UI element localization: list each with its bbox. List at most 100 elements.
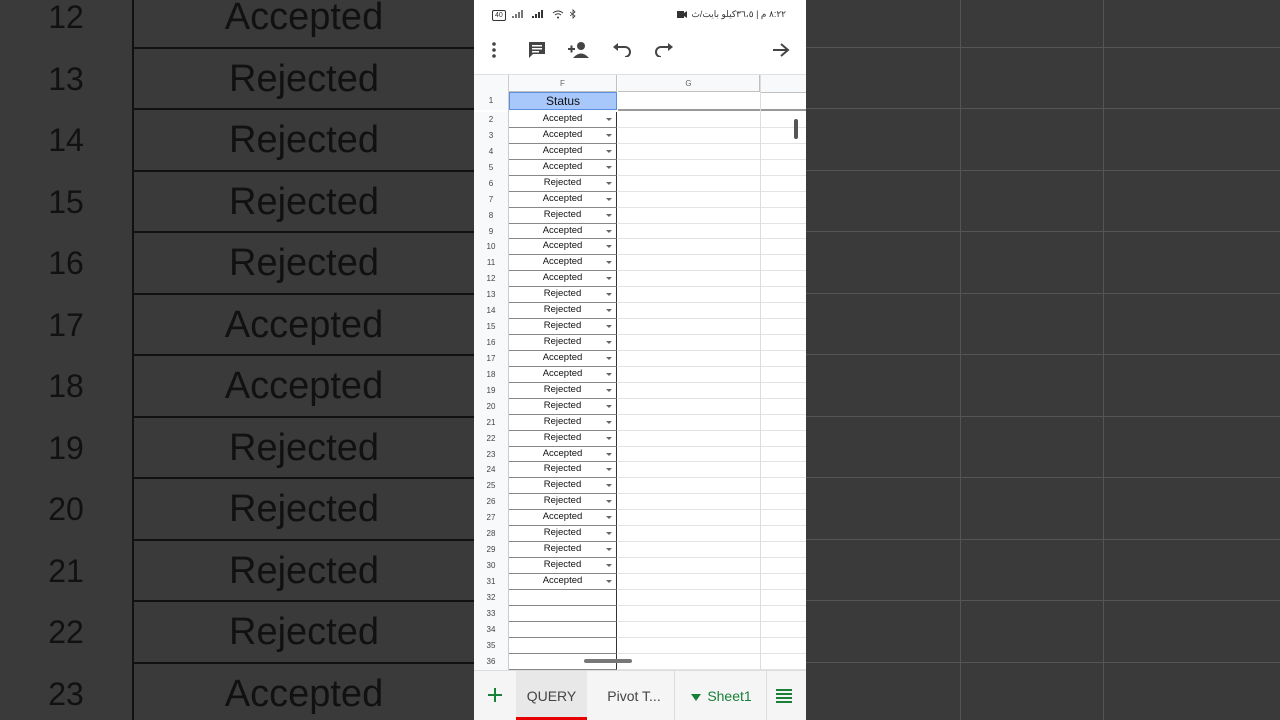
row-header[interactable]: 31 [474,573,508,590]
status-dropdown-cell[interactable]: Rejected [509,430,617,447]
cell-g1[interactable] [618,92,806,111]
dropdown-arrow-icon[interactable] [606,309,612,313]
status-dropdown-cell[interactable]: Accepted [509,510,617,527]
row-header[interactable]: 21 [474,414,508,431]
column-header-g[interactable]: G [618,75,760,92]
status-dropdown-cell[interactable]: Rejected [509,175,617,192]
row-header[interactable]: 25 [474,478,508,495]
row-header[interactable]: 1 [474,92,508,110]
status-dropdown-cell[interactable]: Rejected [509,207,617,224]
empty-cell[interactable] [618,271,806,288]
empty-cell[interactable] [618,383,806,399]
row-header[interactable]: 34 [474,621,508,638]
more-vert-icon[interactable] [482,38,506,62]
empty-cell[interactable] [618,287,806,304]
dropdown-arrow-icon[interactable] [606,548,612,552]
status-dropdown-cell[interactable]: Accepted [509,191,617,208]
row-header[interactable]: 33 [474,605,508,622]
status-dropdown-cell[interactable]: Rejected [509,526,617,543]
empty-cell[interactable] [509,589,617,606]
dropdown-arrow-icon[interactable] [606,293,612,297]
horizontal-scrollbar[interactable] [584,659,632,663]
row-header[interactable]: 24 [474,462,508,479]
empty-cell[interactable] [618,399,806,415]
row-header[interactable]: 28 [474,526,508,543]
status-dropdown-cell[interactable]: Rejected [509,287,617,304]
dropdown-arrow-icon[interactable] [606,372,612,376]
empty-cell[interactable] [618,239,806,256]
status-dropdown-cell[interactable]: Accepted [509,255,617,272]
empty-cell[interactable] [618,478,806,495]
empty-cell[interactable] [618,128,806,144]
row-header[interactable]: 12 [474,271,508,288]
status-dropdown-cell[interactable]: Rejected [509,558,617,574]
dropdown-arrow-icon[interactable] [606,165,612,169]
status-dropdown-cell[interactable]: Rejected [509,398,617,415]
arrow-right-icon[interactable] [769,38,793,62]
empty-cell[interactable] [509,605,617,622]
header-cell-status[interactable]: Status [509,92,617,110]
status-dropdown-cell[interactable]: Accepted [509,127,617,144]
row-header[interactable]: 6 [474,175,508,192]
status-dropdown-cell[interactable]: Accepted [509,112,617,128]
dropdown-arrow-icon[interactable] [606,213,612,217]
row-header[interactable]: 36 [474,653,508,670]
dropdown-arrow-icon[interactable] [606,516,612,520]
row-header[interactable]: 14 [474,303,508,320]
dropdown-arrow-icon[interactable] [606,229,612,233]
dropdown-arrow-icon[interactable] [606,436,612,440]
empty-cell[interactable] [618,606,806,622]
dropdown-arrow-icon[interactable] [606,341,612,345]
corner-cell[interactable] [474,75,508,93]
empty-cell[interactable] [618,622,806,638]
dropdown-arrow-icon[interactable] [606,245,612,249]
empty-cell[interactable] [618,638,806,654]
status-dropdown-cell[interactable]: Rejected [509,319,617,335]
row-header[interactable]: 2 [474,112,508,128]
status-dropdown-cell[interactable]: Accepted [509,143,617,160]
column-header-f[interactable]: F [509,75,617,92]
empty-cell[interactable] [618,415,806,431]
row-header[interactable]: 26 [474,494,508,511]
plus-icon[interactable] [484,684,506,706]
row-header[interactable]: 5 [474,159,508,176]
row-header[interactable]: 23 [474,446,508,463]
status-dropdown-cell[interactable]: Rejected [509,414,617,431]
empty-cell[interactable] [618,654,806,670]
dropdown-arrow-icon[interactable] [606,277,612,281]
row-header[interactable]: 22 [474,430,508,447]
dropdown-arrow-icon[interactable] [606,579,612,583]
status-dropdown-cell[interactable]: Rejected [509,494,617,511]
dropdown-arrow-icon[interactable] [606,420,612,424]
comment-icon[interactable] [525,38,549,62]
dropdown-arrow-icon[interactable] [606,564,612,568]
dropdown-arrow-icon[interactable] [606,325,612,329]
empty-cell[interactable] [618,112,806,128]
dropdown-arrow-icon[interactable] [606,484,612,488]
row-header[interactable]: 19 [474,382,508,399]
status-dropdown-cell[interactable]: Rejected [509,303,617,320]
empty-cell[interactable] [618,335,806,351]
empty-cell[interactable] [618,590,806,606]
empty-cell[interactable] [618,558,806,574]
empty-cell[interactable] [509,621,617,638]
empty-cell[interactable] [618,160,806,176]
empty-cell[interactable] [618,351,806,367]
empty-cell[interactable] [618,447,806,463]
row-header[interactable]: 10 [474,239,508,256]
empty-cell[interactable] [618,542,806,559]
redo-icon[interactable] [652,38,676,62]
empty-cell[interactable] [618,462,806,479]
empty-cell[interactable] [618,431,806,447]
empty-cell[interactable] [618,526,806,543]
row-header[interactable]: 18 [474,366,508,383]
add-person-icon[interactable] [567,38,591,62]
undo-icon[interactable] [610,38,634,62]
empty-cell[interactable] [618,224,806,240]
row-header[interactable]: 16 [474,335,508,351]
row-header[interactable]: 4 [474,143,508,160]
status-dropdown-cell[interactable]: Accepted [509,573,617,590]
empty-cell[interactable] [618,176,806,192]
empty-cell[interactable] [618,367,806,383]
status-dropdown-cell[interactable]: Rejected [509,462,617,479]
